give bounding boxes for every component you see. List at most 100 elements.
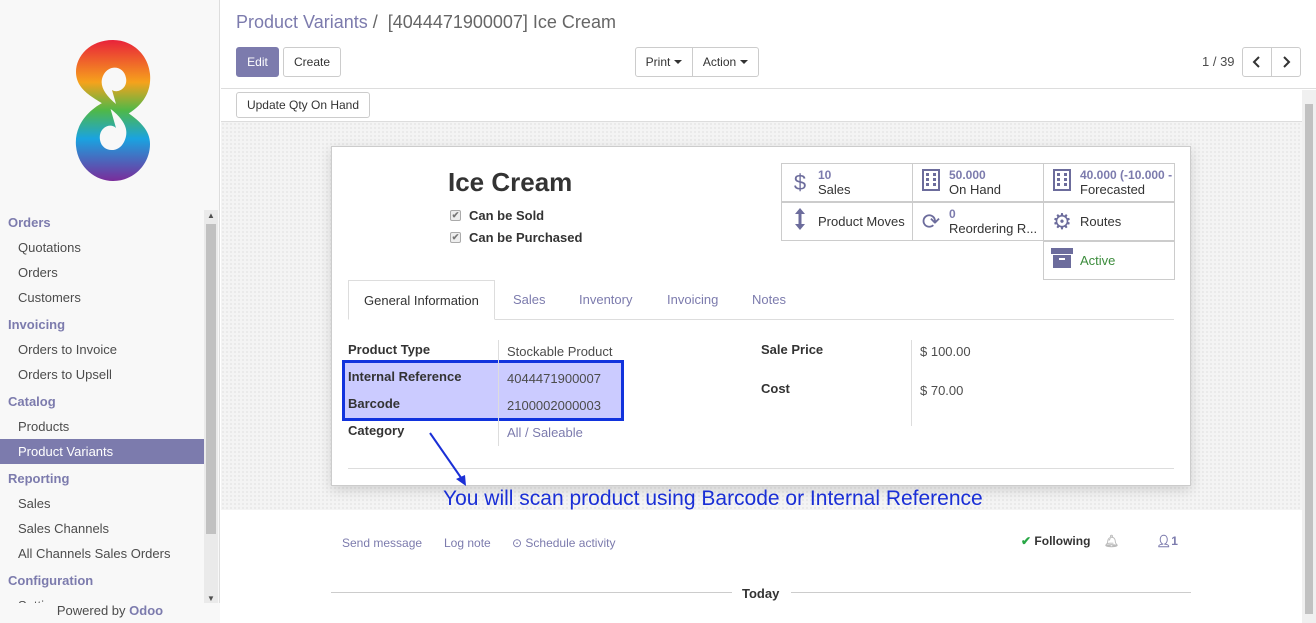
notebook-tabs: General Information Sales Inventory Invo… — [348, 280, 1174, 320]
product-moves-smart-button[interactable]: Product Moves — [781, 202, 913, 241]
sidebar-section-invoicing[interactable]: Invoicing — [0, 312, 204, 337]
send-message-link[interactable]: Send message — [342, 536, 422, 550]
sidebar-item-products[interactable]: Products — [0, 414, 204, 439]
schedule-activity-label: Schedule activity — [525, 536, 616, 550]
sidebar-scrollbar[interactable]: ▲ ▼ — [204, 210, 218, 605]
tab-general-information[interactable]: General Information — [348, 280, 495, 320]
schedule-activity-link[interactable]: ⊙ Schedule activity — [512, 536, 615, 550]
sidebar-item-product-variants[interactable]: Product Variants — [0, 439, 204, 464]
sidebar-item-orders-to-upsell[interactable]: Orders to Upsell — [0, 362, 204, 387]
sidebar-item-orders[interactable]: Orders — [0, 260, 204, 285]
update-qty-on-hand-button[interactable]: Update Qty On Hand — [236, 92, 370, 118]
tab-invoicing[interactable]: Invoicing — [667, 280, 718, 320]
building-icon — [1044, 168, 1080, 197]
building-icon — [913, 168, 949, 197]
pager-value[interactable]: 1 / 39 — [1202, 54, 1235, 69]
powered-by-brand[interactable]: Odoo — [129, 603, 163, 618]
scroll-up-icon[interactable]: ▲ — [204, 210, 218, 222]
sidebar-item-customers[interactable]: Customers — [0, 285, 204, 310]
form-statusbar: Update Qty On Hand — [221, 88, 1316, 122]
powered-by: Powered by Odoo — [0, 603, 220, 623]
can-be-sold-label: Can be Sold — [469, 208, 545, 223]
action-label: Action — [702, 55, 737, 69]
breadcrumb-separator: / — [372, 12, 378, 32]
sidebar-section-reporting[interactable]: Reporting — [0, 466, 204, 491]
field-divider — [911, 340, 912, 426]
followers-count: 1 — [1171, 534, 1178, 548]
product-name: Ice Cream — [448, 167, 573, 197]
pager-previous-button[interactable] — [1242, 47, 1272, 77]
archive-icon — [1044, 247, 1080, 274]
cost-label: Cost — [761, 381, 790, 396]
internal-reference-label: Internal Reference — [348, 369, 462, 384]
on-hand-smart-button[interactable]: 50.000 On Hand — [912, 163, 1044, 202]
following-button[interactable]: ✔ Following 🔔︎ — [1021, 534, 1119, 548]
sales-label: Sales — [818, 182, 851, 197]
clock-icon: ⊙ — [512, 536, 523, 550]
product-type-label: Product Type — [348, 342, 431, 357]
forecasted-label: Forecasted — [1080, 182, 1146, 197]
log-note-link[interactable]: Log note — [444, 536, 491, 550]
barcode-value[interactable]: 2100002000003 — [507, 398, 601, 413]
check-icon: ✔ — [450, 210, 461, 221]
cost-value[interactable]: $ 70.00 — [920, 383, 963, 398]
sidebar-section-configuration[interactable]: Configuration — [0, 568, 204, 593]
pager-next-button[interactable] — [1271, 47, 1301, 77]
reordering-count: 0 — [949, 207, 956, 221]
caret-down-icon — [740, 60, 749, 64]
category-value[interactable]: All / Saleable — [507, 425, 583, 440]
powered-by-text: Powered by — [56, 603, 130, 618]
create-button[interactable]: Create — [283, 47, 341, 77]
print-dropdown[interactable]: Print — [635, 47, 693, 77]
dollar-icon: $ — [793, 169, 807, 195]
forecasted-smart-button[interactable]: 40.000 (-10.000 - Forecasted — [1043, 163, 1175, 202]
internal-reference-value[interactable]: 4044471900007 — [507, 371, 601, 386]
today-line-left — [331, 592, 732, 593]
main-scroll-thumb[interactable] — [1305, 104, 1313, 614]
routes-smart-button[interactable]: ⚙ Routes — [1043, 202, 1175, 241]
tab-notes[interactable]: Notes — [752, 280, 786, 320]
check-icon: ✔ — [450, 232, 461, 243]
sidebar-item-sales-channels[interactable]: Sales Channels — [0, 516, 204, 541]
annotation-text: You will scan product using Barcode or I… — [443, 487, 983, 510]
tab-inventory[interactable]: Inventory — [579, 280, 632, 320]
sales-smart-button[interactable]: $ 10 Sales — [781, 163, 913, 202]
field-divider — [498, 340, 499, 446]
company-logo — [75, 40, 151, 181]
routes-label: Routes — [1080, 214, 1122, 229]
sidebar-item-sales[interactable]: Sales — [0, 491, 204, 516]
breadcrumb-parent[interactable]: Product Variants — [236, 12, 368, 32]
tab-sales[interactable]: Sales — [513, 280, 546, 320]
sidebar-scroll-thumb[interactable] — [206, 224, 216, 534]
sale-price-label: Sale Price — [761, 342, 824, 357]
sidebar-menu: Orders Quotations Orders Customers Invoi… — [0, 208, 204, 618]
product-type-value[interactable]: Stockable Product — [507, 344, 613, 359]
sale-price-value[interactable]: $ 100.00 — [920, 344, 971, 359]
action-dropdown[interactable]: Action — [692, 47, 759, 77]
can-be-purchased-checkbox: ✔ Can be Purchased — [450, 230, 582, 245]
on-hand-value: 50.000 — [949, 168, 986, 182]
main-content: Product Variants / [4044471900007] Ice C… — [221, 0, 1316, 623]
chevron-left-icon — [1252, 56, 1260, 68]
refresh-icon: ⟳ — [921, 208, 941, 234]
sidebar-item-orders-to-invoice[interactable]: Orders to Invoice — [0, 337, 204, 362]
followers-button[interactable]: 👤︎1 — [1156, 534, 1178, 548]
active-toggle-button[interactable]: Active — [1043, 241, 1175, 280]
cogs-icon: ⚙ — [1052, 208, 1072, 234]
today-line-right — [791, 592, 1191, 593]
reordering-rules-smart-button[interactable]: ⟳ 0 Reordering R... — [912, 202, 1044, 241]
on-hand-label: On Hand — [949, 182, 1002, 197]
bell-icon[interactable]: 🔔︎ — [1104, 534, 1119, 548]
caret-down-icon — [674, 60, 683, 64]
sidebar-section-orders[interactable]: Orders — [0, 210, 204, 235]
sidebar-item-all-channels-sales-orders[interactable]: All Channels Sales Orders — [0, 541, 204, 566]
sales-count: 10 — [818, 168, 832, 182]
breadcrumb: Product Variants / [4044471900007] Ice C… — [236, 12, 616, 33]
product-moves-label: Product Moves — [818, 214, 905, 229]
sidebar-item-quotations[interactable]: Quotations — [0, 235, 204, 260]
sidebar-section-catalog[interactable]: Catalog — [0, 389, 204, 414]
edit-button[interactable]: Edit — [236, 47, 279, 77]
can-be-sold-checkbox: ✔ Can be Sold — [450, 208, 544, 223]
main-scrollbar[interactable] — [1302, 90, 1316, 623]
forecasted-value: 40.000 (-10.000 - — [1080, 168, 1173, 182]
